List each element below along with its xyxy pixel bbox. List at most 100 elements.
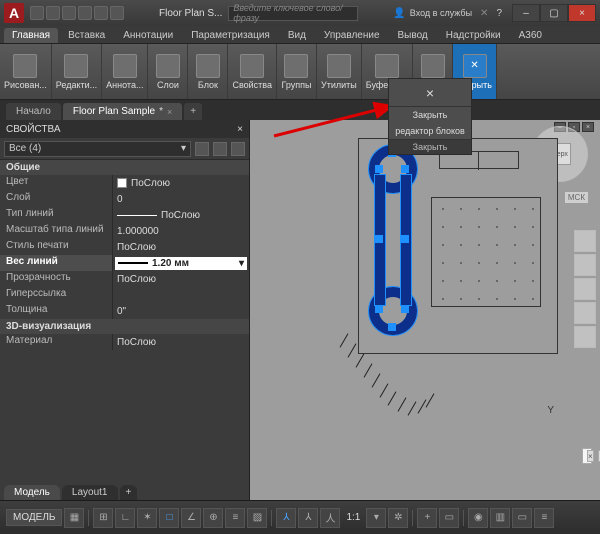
ribbon-group-draw[interactable]: Рисован... xyxy=(0,44,52,99)
qat-new-icon[interactable] xyxy=(30,6,44,20)
help-icon[interactable]: ? xyxy=(496,8,502,19)
command-line[interactable]: × ⌄ ▸ Введите команду xyxy=(582,448,592,464)
status-person2-icon[interactable]: ⅄ xyxy=(298,508,318,528)
prop-row-lineweight: Вес линий1.20 мм▾ xyxy=(0,255,249,271)
selection-filter-dropdown[interactable]: Все (4)▾ xyxy=(4,141,191,157)
ribbon-tab-manage[interactable]: Управление xyxy=(316,28,388,43)
grid-dot xyxy=(478,280,480,282)
grip-icon[interactable] xyxy=(401,235,409,243)
grip-icon[interactable] xyxy=(375,305,383,313)
status-osnap-icon[interactable]: □ xyxy=(159,508,179,528)
layout-tab-model[interactable]: Модель xyxy=(4,485,60,500)
ribbon-group-layers[interactable]: Слои xyxy=(148,44,188,99)
select-objects-icon[interactable] xyxy=(231,142,245,156)
grid-dot xyxy=(532,226,534,228)
status-modelspace-button[interactable]: МОДЕЛЬ xyxy=(6,509,62,526)
grip-icon[interactable] xyxy=(375,165,383,173)
signin-label[interactable]: Вход в службы xyxy=(410,8,472,18)
grid-dot xyxy=(442,298,444,300)
nav-zoom-icon[interactable] xyxy=(574,278,596,300)
status-anno-icon[interactable]: ▾ xyxy=(366,508,386,528)
status-dyn-icon[interactable]: ⊕ xyxy=(203,508,223,528)
ribbon-tab-strip: Главная Вставка Аннотации Параметризация… xyxy=(0,26,600,44)
status-otrack-icon[interactable]: ∠ xyxy=(181,508,201,528)
grip-icon[interactable] xyxy=(388,323,396,331)
status-person3-icon[interactable]: 人 xyxy=(320,508,340,528)
view-icon xyxy=(421,54,445,78)
status-ws-icon[interactable]: + xyxy=(417,508,437,528)
mdi-close-icon[interactable]: × xyxy=(582,122,594,132)
status-ortho-icon[interactable]: ∟ xyxy=(115,508,135,528)
qat-undo-icon[interactable] xyxy=(78,6,92,20)
move-icon xyxy=(64,54,88,78)
ribbon-group-properties[interactable]: Свойства xyxy=(228,44,277,99)
tab-close-icon[interactable]: × xyxy=(167,107,172,117)
qat-save-icon[interactable] xyxy=(62,6,76,20)
cmdline-history-icon[interactable]: × xyxy=(587,450,594,462)
ribbon-tab-output[interactable]: Вывод xyxy=(390,28,436,43)
status-hwaccel-icon[interactable]: ◉ xyxy=(468,508,488,528)
nav-pan-icon[interactable] xyxy=(574,254,596,276)
ribbon-group-annotate[interactable]: Аннота... xyxy=(102,44,148,99)
status-snap-icon[interactable]: ⊞ xyxy=(93,508,113,528)
doc-tab-new-button[interactable]: + xyxy=(184,103,202,120)
qat-plot-icon[interactable] xyxy=(110,6,124,20)
ribbon-tab-annotate[interactable]: Аннотации xyxy=(115,28,181,43)
ribbon-tab-insert[interactable]: Вставка xyxy=(60,28,113,43)
qat-redo-icon[interactable] xyxy=(94,6,108,20)
quick-access-toolbar xyxy=(30,6,124,20)
nav-orbit-icon[interactable] xyxy=(574,302,596,324)
grid-dot xyxy=(478,262,480,264)
status-person-icon[interactable]: ⅄ xyxy=(276,508,296,528)
nav-wheel-icon[interactable] xyxy=(574,230,596,252)
exchange-icon[interactable]: ✕ xyxy=(480,8,488,19)
status-polar-icon[interactable]: ✶ xyxy=(137,508,157,528)
app-menu-button[interactable]: A xyxy=(4,3,24,23)
drawing-canvas[interactable]: – ▫ × Верх МСК Y xyxy=(250,120,600,500)
grip-icon[interactable] xyxy=(401,165,409,173)
grip-icon[interactable] xyxy=(401,305,409,313)
ribbon-tab-addins[interactable]: Надстройки xyxy=(438,28,509,43)
pickadd-toggle-icon[interactable] xyxy=(213,142,227,156)
ribbon-tab-a360[interactable]: A360 xyxy=(511,28,550,43)
grip-icon[interactable] xyxy=(375,235,383,243)
palette-close-icon[interactable]: × xyxy=(237,124,243,135)
status-iso-icon[interactable]: ▥ xyxy=(490,508,510,528)
wcs-label[interactable]: МСК xyxy=(565,192,588,203)
grid-dot xyxy=(442,262,444,264)
ribbon-tab-home[interactable]: Главная xyxy=(4,28,58,43)
window-minimize-button[interactable]: – xyxy=(512,4,540,22)
selected-block-geometry[interactable] xyxy=(363,145,423,335)
ribbon-group-utilities[interactable]: Утилиты xyxy=(317,44,362,99)
status-customize-icon[interactable]: ≡ xyxy=(534,508,554,528)
ribbon-tab-parametric[interactable]: Параметризация xyxy=(183,28,278,43)
status-anno-scale[interactable]: 1:1 xyxy=(342,512,364,523)
ribbon-group-modify[interactable]: Редакти... xyxy=(52,44,102,99)
status-grid-icon[interactable]: ▦ xyxy=(64,508,84,528)
qat-open-icon[interactable] xyxy=(46,6,60,20)
grid-dot xyxy=(478,298,480,300)
nav-showmotion-icon[interactable] xyxy=(574,326,596,348)
ribbon-group-groups[interactable]: Группы xyxy=(277,44,317,99)
grid-dot xyxy=(514,298,516,300)
layout-tab-add-button[interactable]: + xyxy=(120,485,138,500)
clipboard-icon xyxy=(375,54,399,78)
status-clean-icon[interactable]: ▭ xyxy=(512,508,532,528)
window-close-button[interactable]: × xyxy=(568,4,596,22)
ribbon-tab-view[interactable]: Вид xyxy=(280,28,314,43)
doc-tab-floorplan[interactable]: Floor Plan Sample*× xyxy=(63,103,182,120)
window-maximize-button[interactable]: ▢ xyxy=(540,4,568,22)
doc-tab-start[interactable]: Начало xyxy=(6,103,61,120)
quick-select-icon[interactable] xyxy=(195,142,209,156)
status-transparency-icon[interactable]: ▨ xyxy=(247,508,267,528)
signin-person-icon[interactable]: 👤 xyxy=(393,8,405,19)
status-lwt-icon[interactable]: ≡ xyxy=(225,508,245,528)
prop-row-linetype: Тип линийПоСлою xyxy=(0,207,249,223)
layout-tab-layout1[interactable]: Layout1 xyxy=(62,485,118,500)
status-gear-icon[interactable]: ✲ xyxy=(388,508,408,528)
help-search-input[interactable]: Введите ключевое слово/фразу xyxy=(228,6,358,21)
layout-tab-strip: Модель Layout1 + xyxy=(4,485,137,500)
grid-dot xyxy=(442,226,444,228)
status-monitor-icon[interactable]: ▭ xyxy=(439,508,459,528)
ribbon-group-block[interactable]: Блок xyxy=(188,44,228,99)
